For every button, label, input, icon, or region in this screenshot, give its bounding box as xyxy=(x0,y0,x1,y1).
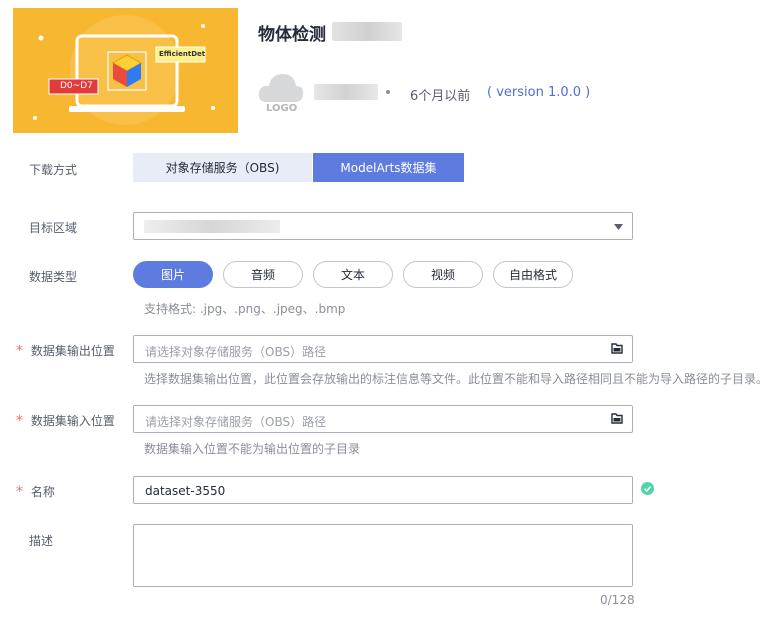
input-path-input[interactable]: 请选择对象存储服务（OBS）路径 xyxy=(133,405,633,433)
description-label: 描述 xyxy=(29,534,54,548)
model-banner-image: D0~D7 EfficientDet xyxy=(13,8,238,133)
name-input[interactable]: dataset-3550 xyxy=(133,476,633,504)
data-type-text[interactable]: 文本 xyxy=(313,261,393,288)
banner-tag-left: D0~D7 xyxy=(60,81,93,91)
data-type-free-format[interactable]: 自由格式 xyxy=(493,261,573,288)
output-label-row: * 数据集输出位置 xyxy=(16,342,115,359)
region-redacted xyxy=(144,220,280,233)
name-label: 名称 xyxy=(30,485,55,499)
folder-icon[interactable] xyxy=(611,413,623,424)
page-title: 物体检测 xyxy=(258,25,326,45)
input-hint: 数据集输入位置不能为输出位置的子目录 xyxy=(144,442,361,456)
region-select[interactable] xyxy=(133,212,633,240)
name-label-row: * 名称 xyxy=(16,483,55,500)
output-path-input[interactable]: 请选择对象存储服务（OBS）路径 xyxy=(133,335,633,363)
output-label: 数据集输出位置 xyxy=(30,344,115,358)
separator-dot xyxy=(386,90,390,94)
output-hint: 选择数据集输出位置，此位置会存放输出的标注信息等文件。此位置不能和导入路径相同且… xyxy=(144,372,764,386)
banner-tag-right: EfficientDet xyxy=(159,50,206,58)
banner-illustration xyxy=(33,15,215,125)
input-label: 数据集输入位置 xyxy=(30,414,115,428)
author-redacted xyxy=(314,84,378,100)
publish-time: 6个月以前 xyxy=(410,89,471,104)
download-option-obs[interactable]: 对象存储服务（OBS) xyxy=(133,153,312,182)
chevron-down-icon xyxy=(614,224,623,230)
download-method-label: 下载方式 xyxy=(29,163,78,177)
download-option-modelarts[interactable]: ModelArts数据集 xyxy=(313,153,464,182)
required-mark: * xyxy=(16,413,23,429)
description-counter: 0/128 xyxy=(600,593,635,607)
folder-icon[interactable] xyxy=(611,343,623,354)
check-success-icon xyxy=(641,482,654,495)
title-redacted xyxy=(332,22,402,41)
region-label: 目标区域 xyxy=(29,221,78,235)
data-type-audio[interactable]: 音频 xyxy=(223,261,303,288)
description-textarea[interactable] xyxy=(133,524,633,587)
required-mark: * xyxy=(16,343,23,359)
logo-text: LOGO xyxy=(266,103,298,114)
data-type-hint: 支持格式: .jpg、.png、.jpeg、.bmp xyxy=(144,302,346,316)
data-type-label: 数据类型 xyxy=(29,270,78,284)
data-type-video[interactable]: 视频 xyxy=(403,261,483,288)
version-link[interactable]: ( version 1.0.0 ) xyxy=(487,85,590,100)
name-value: dataset-3550 xyxy=(145,484,226,498)
input-placeholder: 请选择对象存储服务（OBS）路径 xyxy=(145,415,327,429)
output-placeholder: 请选择对象存储服务（OBS）路径 xyxy=(145,345,327,359)
data-type-image[interactable]: 图片 xyxy=(133,261,213,288)
input-label-row: * 数据集输入位置 xyxy=(16,412,115,429)
required-mark: * xyxy=(16,484,23,500)
